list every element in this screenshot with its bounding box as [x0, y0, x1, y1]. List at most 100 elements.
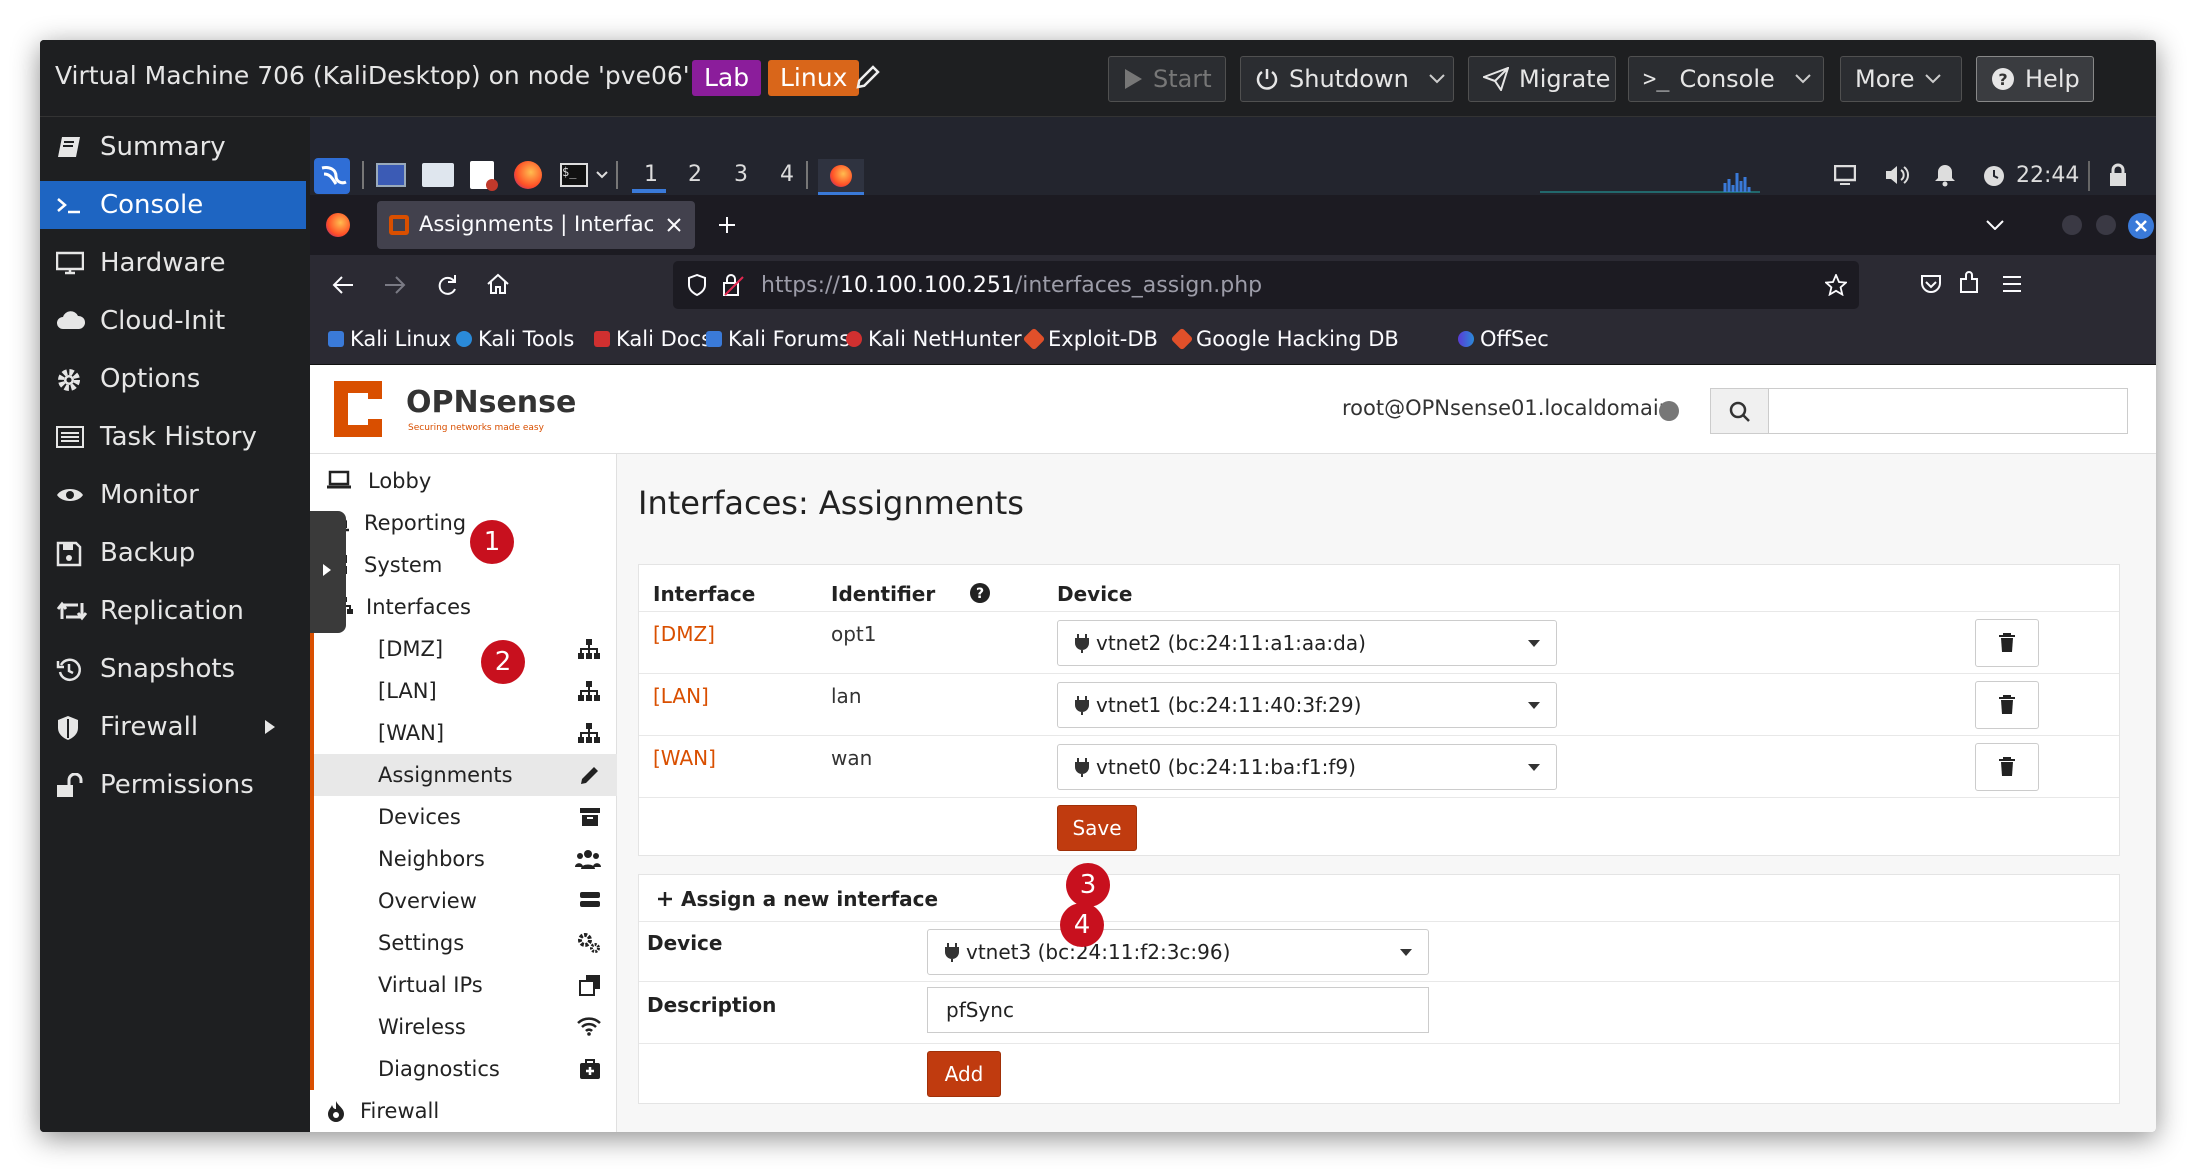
device-select-wan[interactable]: vtnet0 (bc:24:11:ba:f1:f9) [1057, 744, 1557, 790]
firefox-view-icon[interactable] [326, 213, 350, 237]
more-button[interactable]: More [1840, 56, 1962, 102]
folder-icon[interactable] [422, 163, 454, 187]
close-window-icon[interactable] [2128, 213, 2154, 239]
url-text[interactable]: https://10.100.100.251/interfaces_assign… [761, 273, 1262, 298]
shutdown-button[interactable]: Shutdown [1240, 56, 1454, 102]
workspace-2[interactable]: 2 [688, 162, 702, 187]
bookmark-offsec[interactable]: OffSec [1458, 327, 1549, 351]
volume-icon[interactable] [1884, 163, 1910, 187]
device-select-dmz[interactable]: vtnet2 (bc:24:11:a1:aa:da) [1057, 620, 1557, 666]
text-editor-icon[interactable] [470, 161, 498, 191]
menu-lan[interactable]: [LAN] [310, 670, 617, 712]
minimize-icon[interactable] [2062, 215, 2082, 235]
menu-assignments[interactable]: Assignments [310, 754, 617, 796]
workspace-3[interactable]: 3 [734, 162, 748, 187]
menu-devices[interactable]: Devices [310, 796, 617, 838]
bookmark-google-hacking-db[interactable]: Google Hacking DB [1170, 327, 1399, 351]
bookmark-exploit-db[interactable]: Exploit-DB [1022, 327, 1158, 351]
menu-reporting[interactable]: Reporting [310, 502, 617, 544]
hamburger-menu-icon[interactable] [2002, 275, 2022, 293]
bookmark-kali-forums[interactable]: Kali Forums [706, 327, 850, 351]
add-button[interactable]: Add [927, 1051, 1001, 1097]
window-icon[interactable] [1834, 165, 1856, 185]
user-label[interactable]: root@OPNsense01.localdomain [1342, 396, 1672, 420]
interface-link-wan[interactable]: [WAN] [653, 746, 716, 770]
kali-menu-icon[interactable] [314, 158, 350, 194]
menu-lobby[interactable]: Lobby [310, 460, 617, 502]
url-bar[interactable]: https://10.100.100.251/interfaces_assign… [673, 261, 1859, 309]
menu-dmz[interactable]: [DMZ] [310, 628, 617, 670]
nav-task-history[interactable]: Task History [40, 413, 306, 461]
search-box[interactable] [1710, 388, 2128, 434]
nav-replication[interactable]: Replication [40, 587, 306, 635]
sidebar-collapse-handle[interactable] [310, 511, 346, 633]
delete-button-lan[interactable] [1975, 681, 2039, 729]
vm-console-screen[interactable]: $_ 1 2 3 4 22:44 Assignments | Interfac … [310, 117, 2156, 1132]
reload-icon[interactable] [436, 273, 458, 297]
migrate-button[interactable]: Migrate [1468, 56, 1616, 102]
chevron-down-icon[interactable] [596, 171, 608, 179]
tab-assignments[interactable]: Assignments | Interfaces | [377, 201, 695, 249]
menu-firewall[interactable]: Firewall [310, 1090, 617, 1132]
shield-icon[interactable] [687, 274, 707, 296]
menu-system[interactable]: System [310, 544, 617, 586]
lock-icon[interactable] [2108, 163, 2128, 187]
menu-diagnostics[interactable]: Diagnostics [310, 1048, 617, 1090]
nav-console[interactable]: Console [40, 181, 306, 229]
nav-permissions[interactable]: Permissions [40, 761, 306, 809]
menu-wireless[interactable]: Wireless [310, 1006, 617, 1048]
workspace-1[interactable]: 1 [644, 162, 658, 187]
forward-arrow-icon[interactable] [384, 275, 406, 295]
insecure-lock-icon[interactable] [721, 273, 745, 297]
menu-neighbors[interactable]: Neighbors [310, 838, 617, 880]
back-arrow-icon[interactable] [332, 275, 354, 295]
console-button[interactable]: >_ Console [1628, 56, 1824, 102]
taskbar-firefox-button[interactable] [818, 159, 864, 195]
help-button[interactable]: ? Help [1976, 56, 2094, 102]
edit-tags-icon[interactable] [853, 62, 883, 92]
home-icon[interactable] [486, 273, 510, 295]
nav-summary[interactable]: Summary [40, 123, 306, 171]
maximize-icon[interactable] [2096, 215, 2116, 235]
nav-backup[interactable]: Backup [40, 529, 306, 577]
new-tab-icon[interactable] [718, 216, 736, 234]
menu-interfaces[interactable]: Interfaces [310, 586, 617, 628]
nav-monitor[interactable]: Monitor [40, 471, 306, 519]
extensions-icon[interactable] [1958, 271, 1980, 295]
bell-icon[interactable] [1934, 163, 1956, 187]
chevron-down-icon[interactable] [1429, 74, 1445, 84]
pocket-icon[interactable] [1920, 273, 1942, 295]
chevron-down-icon[interactable] [1795, 74, 1811, 84]
delete-button-dmz[interactable] [1975, 619, 2039, 667]
delete-button-wan[interactable] [1975, 743, 2039, 791]
bookmark-kali-linux[interactable]: Kali Linux [328, 327, 451, 351]
desktop-icon[interactable] [376, 163, 406, 187]
nav-options[interactable]: Options [40, 355, 306, 403]
new-device-select[interactable]: vtnet3 (bc:24:11:f2:3c:96) [927, 929, 1429, 975]
tag-linux[interactable]: Linux [768, 60, 860, 96]
nav-cloud-init[interactable]: Cloud-Init [40, 297, 306, 345]
bookmark-kali-docs[interactable]: Kali Docs [594, 327, 712, 351]
workspace-4[interactable]: 4 [780, 162, 794, 187]
menu-wan[interactable]: [WAN] [310, 712, 617, 754]
bookmark-star-icon[interactable] [1825, 274, 1847, 296]
help-circle-icon[interactable]: ? [969, 582, 991, 604]
bookmark-kali-tools[interactable]: Kali Tools [456, 327, 574, 351]
menu-overview[interactable]: Overview [310, 880, 617, 922]
nav-hardware[interactable]: Hardware [40, 239, 306, 287]
search-button[interactable] [1711, 389, 1769, 433]
interface-link-lan[interactable]: [LAN] [653, 684, 709, 708]
list-tabs-icon[interactable] [1986, 220, 2004, 230]
interface-link-dmz[interactable]: [DMZ] [653, 622, 715, 646]
description-input[interactable]: pfSync [927, 987, 1429, 1033]
nav-firewall[interactable]: Firewall [40, 703, 306, 751]
close-tab-icon[interactable] [667, 218, 681, 232]
tag-lab[interactable]: Lab [692, 60, 762, 96]
save-button[interactable]: Save [1057, 805, 1137, 851]
opnsense-logo[interactable] [326, 377, 390, 441]
firefox-launcher-icon[interactable] [514, 161, 542, 189]
bookmark-kali-nethunter[interactable]: Kali NetHunter [846, 327, 1022, 351]
menu-settings[interactable]: Settings [310, 922, 617, 964]
menu-virtual-ips[interactable]: Virtual IPs [310, 964, 617, 1006]
start-button[interactable]: Start [1108, 56, 1226, 102]
